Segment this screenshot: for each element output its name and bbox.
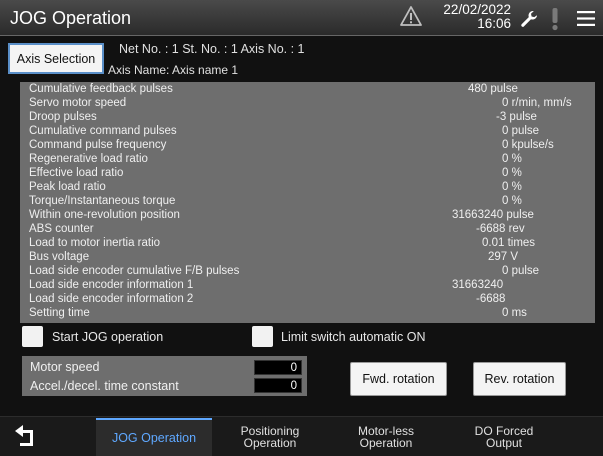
monitor-row: Servo motor speed 0 r/min, mm/s bbox=[20, 97, 595, 110]
tab-jog-operation[interactable]: JOG Operation bbox=[96, 418, 212, 456]
monitor-row: Load side encoder information 2 -6688 bbox=[20, 293, 595, 306]
monitor-value: 480 pulse bbox=[468, 83, 518, 95]
monitor-value: 0 kpulse/s bbox=[502, 139, 554, 151]
motor-speed-input[interactable]: 0 bbox=[254, 360, 302, 375]
monitor-value: -3 pulse bbox=[496, 111, 537, 123]
time-text: 16:06 bbox=[477, 16, 511, 31]
exclamation-icon[interactable] bbox=[550, 7, 560, 31]
monitor-value: 0 % bbox=[502, 167, 522, 179]
monitor-label: Droop pulses bbox=[29, 111, 97, 123]
monitor-row: Load to motor inertia ratio 0.01 times bbox=[20, 237, 595, 250]
monitor-label: Load side encoder information 1 bbox=[29, 279, 194, 291]
accel-decel-input[interactable]: 0 bbox=[254, 378, 302, 393]
axis-info: Net No. : 1 St. No. : 1 Axis No. : 1 bbox=[119, 42, 305, 56]
hamburger-menu-icon[interactable] bbox=[577, 11, 595, 26]
monitor-label: Effective load ratio bbox=[29, 167, 124, 179]
monitor-value: 0 % bbox=[502, 153, 522, 165]
monitor-row: Peak load ratio 0 % bbox=[20, 181, 595, 194]
start-jog-label: Start JOG operation bbox=[52, 330, 164, 344]
monitor-row: Load side encoder information 1 31663240 bbox=[20, 279, 595, 292]
monitor-panel: Cumulative feedback pulses 480 pulse Ser… bbox=[20, 82, 595, 323]
monitor-row: Bus voltage 297 V bbox=[20, 251, 595, 264]
monitor-label: Regenerative load ratio bbox=[29, 153, 148, 165]
monitor-label: Setting time bbox=[29, 307, 90, 319]
monitor-value: 0.01 times bbox=[482, 237, 536, 249]
limit-switch-checkbox[interactable] bbox=[252, 326, 273, 347]
monitor-value: 297 V bbox=[488, 251, 519, 263]
monitor-value: 0 pulse bbox=[502, 265, 540, 277]
monitor-label: Cumulative feedback pulses bbox=[29, 83, 173, 95]
title-bar: JOG Operation 22/02/2022 16:06 bbox=[0, 0, 603, 36]
monitor-value: 31663240 pulse bbox=[452, 209, 534, 221]
monitor-row: Cumulative feedback pulses 480 pulse bbox=[20, 83, 595, 96]
monitor-row: ABS counter -6688 rev bbox=[20, 223, 595, 236]
tab-positioning-operation[interactable]: Positioning Operation bbox=[214, 418, 326, 456]
monitor-value: 0 pulse bbox=[502, 125, 540, 137]
monitor-value: 0 % bbox=[502, 181, 522, 193]
monitor-row: Within one-revolution position 31663240 … bbox=[20, 209, 595, 222]
monitor-label: ABS counter bbox=[29, 223, 94, 235]
warning-triangle-icon[interactable] bbox=[400, 6, 422, 26]
limit-switch-label: Limit switch automatic ON bbox=[281, 330, 426, 344]
monitor-value: 0 % bbox=[502, 195, 522, 207]
monitor-label: Servo motor speed bbox=[29, 97, 127, 109]
rev-rotation-button[interactable]: Rev. rotation bbox=[473, 362, 566, 396]
monitor-value: -6688 rev bbox=[476, 223, 525, 235]
monitor-row: Droop pulses -3 pulse bbox=[20, 111, 595, 124]
page-title: JOG Operation bbox=[10, 8, 132, 28]
back-arrow-icon[interactable] bbox=[10, 421, 40, 449]
date-text: 22/02/2022 bbox=[443, 2, 511, 17]
monitor-label: Cumulative command pulses bbox=[29, 125, 177, 137]
monitor-row: Cumulative command pulses 0 pulse bbox=[20, 125, 595, 138]
axis-name: Axis Name: Axis name 1 bbox=[108, 63, 239, 77]
monitor-label: Bus voltage bbox=[29, 251, 90, 263]
monitor-label: Command pulse frequency bbox=[29, 139, 167, 151]
monitor-row: Setting time 0 ms bbox=[20, 307, 595, 320]
start-jog-checkbox[interactable] bbox=[22, 326, 43, 347]
monitor-label: Within one-revolution position bbox=[29, 209, 180, 221]
monitor-row: Torque/Instantaneous torque 0 % bbox=[20, 195, 595, 208]
monitor-value: 0 ms bbox=[502, 307, 527, 319]
monitor-label: Torque/Instantaneous torque bbox=[29, 195, 176, 207]
monitor-label: Load side encoder cumulative F/B pulses bbox=[29, 265, 240, 277]
monitor-row: Command pulse frequency 0 kpulse/s bbox=[20, 139, 595, 152]
fwd-rotation-button[interactable]: Fwd. rotation bbox=[350, 362, 447, 396]
datetime-display: 22/02/2022 16:06 bbox=[433, 3, 511, 31]
tab-do-forced-output[interactable]: DO Forced Output bbox=[446, 418, 562, 456]
monitor-row: Effective load ratio 0 % bbox=[20, 167, 595, 180]
accel-decel-label: Accel./decel. time constant bbox=[30, 379, 179, 393]
jog-parameters-panel: Motor speed 0 Accel./decel. time constan… bbox=[22, 356, 307, 396]
tab-motor-less-operation[interactable]: Motor-less Operation bbox=[330, 418, 442, 456]
axis-selection-button[interactable]: Axis Selection bbox=[8, 43, 104, 74]
monitor-value: 31663240 bbox=[452, 279, 504, 291]
monitor-value: -6688 bbox=[476, 293, 506, 305]
monitor-value: 0 r/min, mm/s bbox=[502, 97, 572, 109]
monitor-row: Load side encoder cumulative F/B pulses … bbox=[20, 265, 595, 278]
wrench-icon[interactable] bbox=[519, 9, 539, 29]
monitor-label: Load side encoder information 2 bbox=[29, 293, 194, 305]
motor-speed-label: Motor speed bbox=[30, 360, 100, 374]
monitor-label: Load to motor inertia ratio bbox=[29, 237, 161, 249]
monitor-label: Peak load ratio bbox=[29, 181, 106, 193]
monitor-row: Regenerative load ratio 0 % bbox=[20, 153, 595, 166]
